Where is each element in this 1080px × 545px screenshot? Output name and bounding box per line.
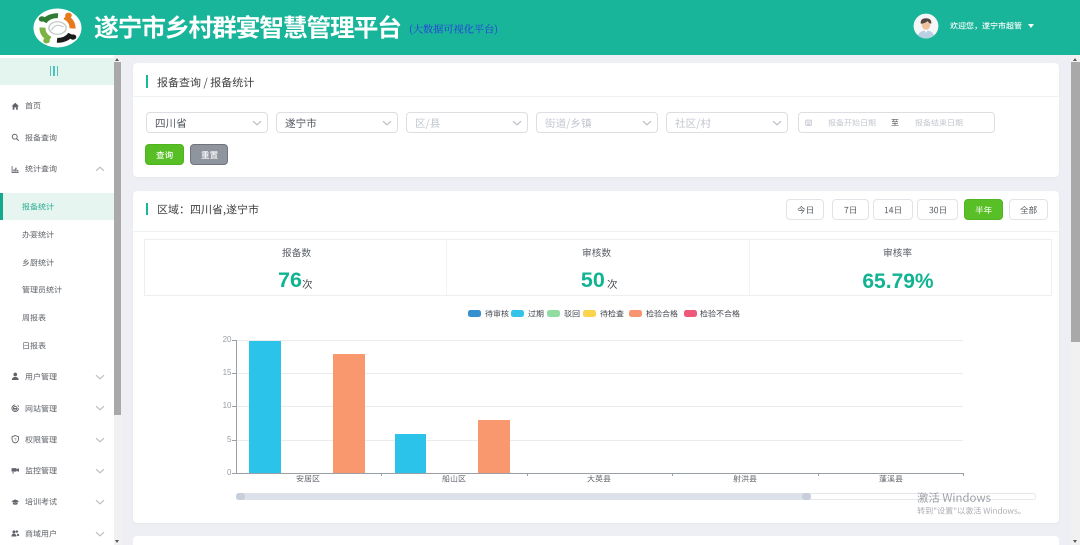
svg-text:?: ?	[14, 437, 17, 442]
